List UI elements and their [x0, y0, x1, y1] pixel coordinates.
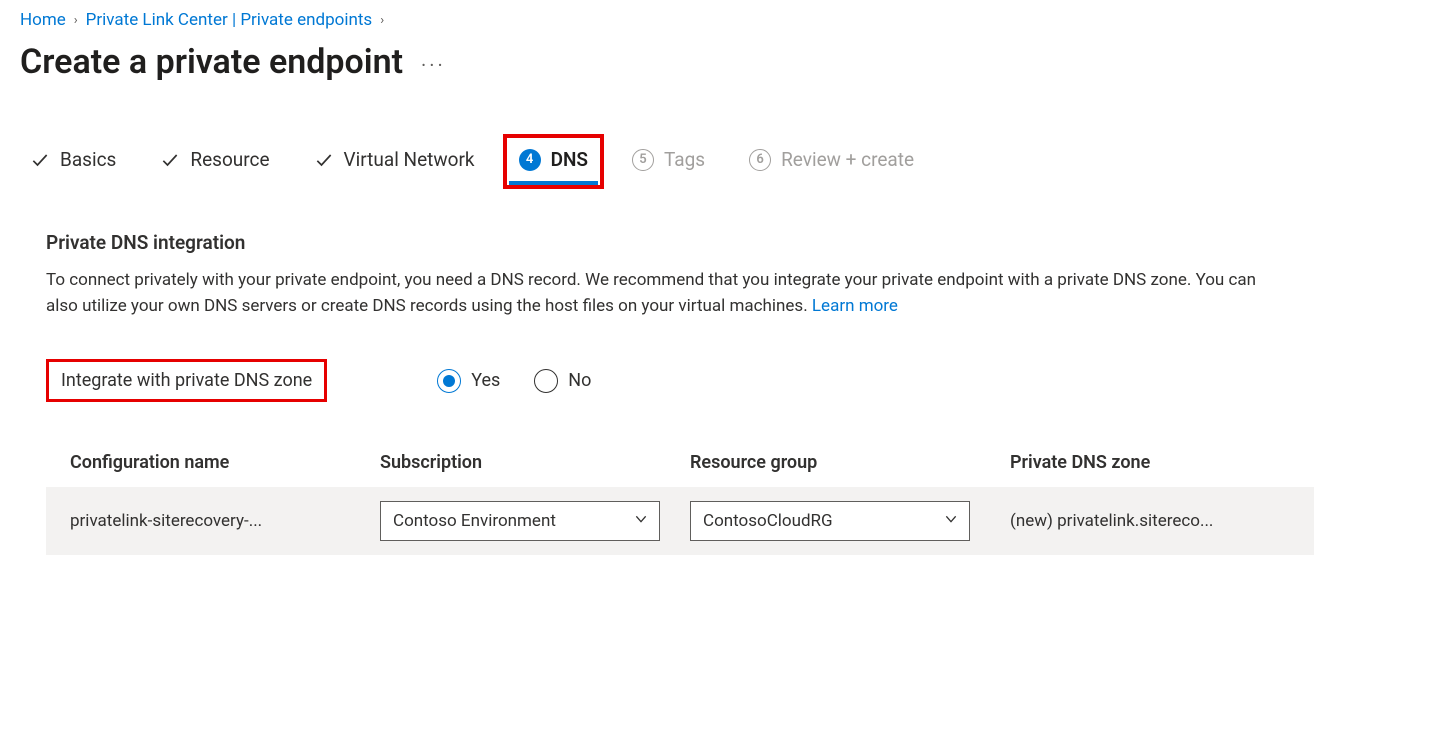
step-virtual-network-label: Virtual Network: [344, 148, 475, 171]
dns-step-highlight: 4 DNS: [503, 134, 604, 189]
step-resource[interactable]: Resource: [158, 142, 271, 181]
learn-more-link[interactable]: Learn more: [812, 296, 898, 316]
checkmark-icon: [160, 150, 180, 170]
integrate-label-highlight: Integrate with private DNS zone: [46, 359, 327, 402]
subscription-select-value: Contoso Environment: [393, 511, 556, 531]
checkmark-icon: [30, 150, 50, 170]
integrate-with-private-dns-zone-label: Integrate with private DNS zone: [61, 370, 312, 391]
private-dns-integration-description: To connect privately with your private e…: [46, 268, 1276, 319]
page-title: Create a private endpoint: [20, 42, 403, 82]
step-number-badge: 6: [749, 149, 771, 171]
step-dns[interactable]: 4 DNS: [517, 142, 590, 181]
chevron-right-icon: ›: [380, 13, 384, 28]
breadcrumb-private-link-center[interactable]: Private Link Center | Private endpoints: [86, 10, 373, 30]
step-virtual-network[interactable]: Virtual Network: [312, 142, 477, 181]
chevron-right-icon: ›: [74, 13, 78, 28]
step-dns-label: DNS: [551, 148, 588, 171]
table-row: privatelink-siterecovery-... Contoso Env…: [46, 487, 1314, 555]
step-tags-label: Tags: [664, 148, 705, 171]
integrate-radio-yes[interactable]: Yes: [437, 369, 500, 393]
breadcrumb: Home › Private Link Center | Private end…: [20, 10, 1430, 30]
dns-zone-table: Configuration name Subscription Resource…: [46, 452, 1314, 555]
radio-icon: [534, 369, 558, 393]
resource-group-select[interactable]: ContosoCloudRG: [690, 501, 970, 541]
more-actions-button[interactable]: ···: [421, 47, 446, 77]
step-basics[interactable]: Basics: [28, 142, 118, 181]
column-header-configuration-name: Configuration name: [70, 452, 380, 473]
radio-icon: [437, 369, 461, 393]
subscription-select[interactable]: Contoso Environment: [380, 501, 660, 541]
column-header-subscription: Subscription: [380, 452, 690, 473]
checkmark-icon: [314, 150, 334, 170]
breadcrumb-home[interactable]: Home: [20, 10, 66, 30]
configuration-name-value: privatelink-siterecovery-...: [70, 511, 380, 531]
chevron-down-icon: [633, 511, 649, 531]
resource-group-select-value: ContosoCloudRG: [703, 511, 833, 531]
column-header-resource-group: Resource group: [690, 452, 1010, 473]
private-dns-zone-value: (new) privatelink.sitereco...: [1010, 511, 1292, 531]
step-tags[interactable]: 5 Tags: [630, 142, 707, 181]
integrate-radio-group: Yes No: [437, 369, 591, 393]
integrate-radio-no-label: No: [568, 370, 591, 391]
integrate-radio-yes-label: Yes: [471, 370, 500, 391]
step-review-create-label: Review + create: [781, 148, 914, 171]
step-review-create[interactable]: 6 Review + create: [747, 142, 916, 181]
step-number-badge: 4: [519, 149, 541, 171]
wizard-steps: Basics Resource Virtual Network 4 DNS 5 …: [20, 142, 1430, 191]
column-header-private-dns-zone: Private DNS zone: [1010, 452, 1292, 473]
integrate-radio-no[interactable]: No: [534, 369, 591, 393]
private-dns-integration-heading: Private DNS integration: [46, 231, 1314, 254]
step-number-badge: 5: [632, 149, 654, 171]
chevron-down-icon: [943, 511, 959, 531]
step-basics-label: Basics: [60, 148, 116, 171]
step-resource-label: Resource: [190, 148, 269, 171]
